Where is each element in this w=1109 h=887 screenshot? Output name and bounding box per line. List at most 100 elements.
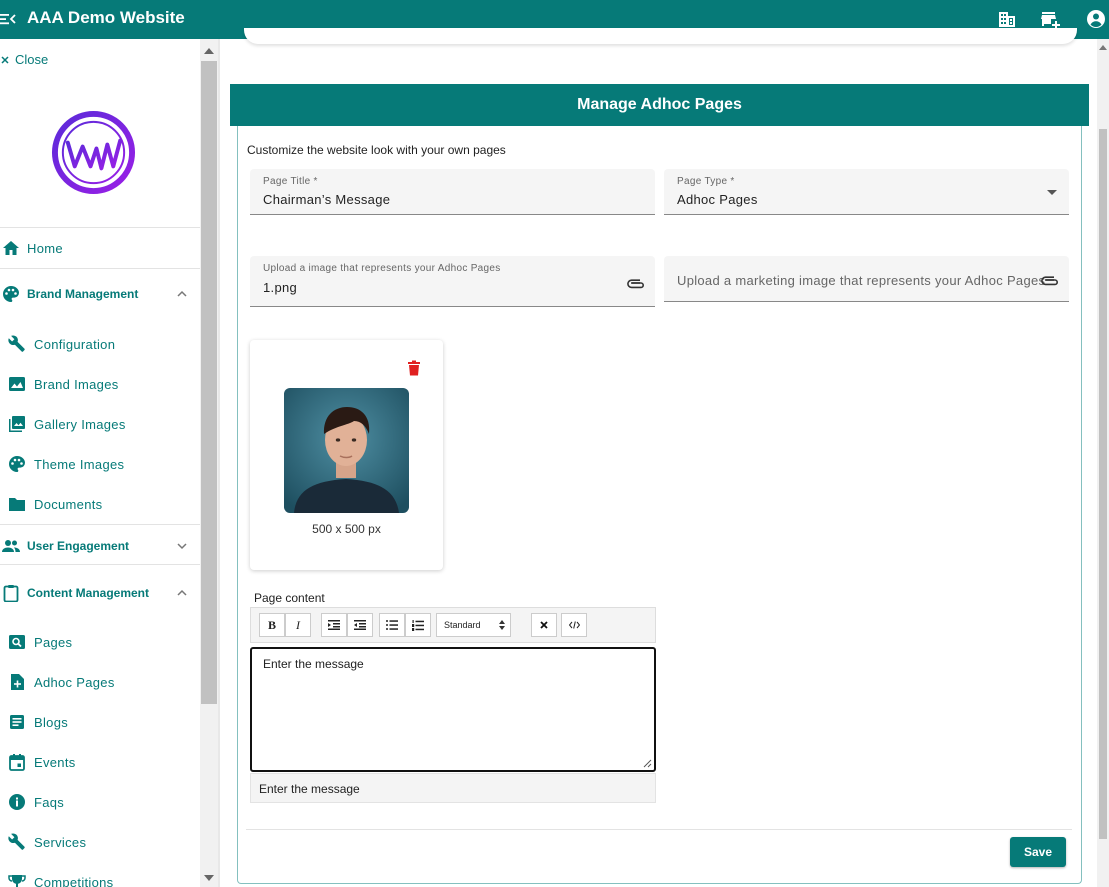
sidebar-item-label: Events (34, 754, 76, 770)
sidebar-item-label: Home (27, 240, 63, 256)
sidebar-close-button[interactable]: Close (0, 52, 48, 67)
sidebar-item-label: Theme Images (34, 456, 125, 472)
sidebar-divider (0, 564, 200, 565)
form-footer-divider (246, 829, 1072, 830)
sidebar-item-label: Pages (34, 634, 73, 650)
building-icon[interactable] (997, 9, 1017, 29)
close-label: Close (15, 52, 49, 67)
attach-file-icon[interactable] (627, 276, 645, 290)
sidebar-item-services[interactable]: Services (0, 827, 200, 857)
sidebar-section-brand-management[interactable]: Brand Management (0, 279, 200, 309)
photo-library-icon (9, 416, 25, 432)
uploaded-image-card: 500 x 500 px (250, 340, 443, 570)
chevron-up-icon[interactable] (176, 587, 188, 599)
sidebar-item-adhoc-pages[interactable]: Adhoc Pages (0, 667, 200, 697)
dropdown-arrow-icon[interactable] (1047, 190, 1057, 195)
bullet-list-button[interactable] (379, 613, 405, 637)
sidebar-scrollbar[interactable] (200, 39, 218, 887)
sidebar-item-label: Adhoc Pages (34, 674, 115, 690)
sidebar-item-events[interactable]: Events (0, 747, 200, 777)
sidebar-item-label: Brand Management (27, 287, 139, 301)
image-dimensions: 500 x 500 px (312, 522, 381, 536)
numbered-list-icon (412, 619, 424, 631)
save-button[interactable]: Save (1010, 837, 1066, 867)
sidebar-item-label: Services (34, 834, 87, 850)
attach-file-icon[interactable] (1041, 273, 1059, 287)
sidebar-item-home[interactable]: Home (0, 233, 200, 263)
clear-format-button[interactable] (531, 613, 557, 637)
folder-icon (9, 498, 25, 511)
page-type-label: Page Type * (677, 176, 735, 187)
sidebar-item-faqs[interactable]: Faqs (0, 787, 200, 817)
page-title-label: Page Title * (263, 176, 318, 187)
bold-button[interactable]: B (259, 613, 285, 637)
format-select-value: Standard (444, 620, 481, 630)
page-type-value[interactable]: Adhoc Pages (677, 192, 758, 207)
sidebar-item-pages[interactable]: Pages (0, 627, 200, 657)
upload-image-field[interactable]: Upload a image that represents your Adho… (250, 256, 655, 307)
clipboard-icon (3, 585, 19, 602)
content-preview: Enter the message (250, 773, 656, 803)
page-content-label: Page content (254, 591, 325, 605)
delete-icon[interactable] (407, 360, 421, 376)
image-icon (9, 377, 25, 391)
previous-card-edge (244, 28, 1077, 44)
close-icon (1, 55, 9, 64)
editor-toolbar: B I Standard (250, 607, 656, 643)
page-title-value[interactable]: Chairman’s Message (263, 192, 390, 207)
store-add-icon[interactable] (1040, 9, 1060, 29)
outdent-button[interactable] (347, 613, 373, 637)
upload-marketing-image-field[interactable]: Upload a marketing image that represents… (664, 256, 1069, 302)
indent-button[interactable] (321, 613, 347, 637)
sidebar-item-label: Competitions (34, 874, 114, 887)
scroll-up-arrow-icon[interactable] (204, 48, 214, 54)
sidebar-item-theme-images[interactable]: Theme Images (0, 449, 200, 479)
sidebar-item-brand-images[interactable]: Brand Images (0, 369, 200, 399)
calendar-icon (9, 754, 25, 771)
clear-icon (540, 621, 548, 629)
italic-button[interactable]: I (285, 613, 311, 637)
select-updown-icon (499, 620, 505, 630)
sidebar-item-label: Brand Images (34, 376, 119, 392)
scrollbar-thumb[interactable] (1099, 129, 1107, 839)
editor-text[interactable]: Enter the message (263, 657, 364, 671)
chevron-down-icon[interactable] (176, 540, 188, 552)
page-title-field[interactable]: Page Title * Chairman’s Message (250, 169, 655, 215)
sidebar-section-user-engagement[interactable]: User Engagement (0, 531, 200, 561)
sidebar-item-label: Blogs (34, 714, 69, 730)
account-circle-icon[interactable] (1086, 9, 1106, 29)
chevron-up-icon[interactable] (176, 288, 188, 300)
page-heading: Manage Adhoc Pages (230, 84, 1089, 126)
sidebar-item-label: Faqs (34, 794, 65, 810)
sidebar-item-competitions[interactable]: Competitions (0, 867, 200, 887)
scrollbar-thumb[interactable] (201, 61, 217, 704)
sidebar-item-documents[interactable]: Documents (0, 489, 200, 519)
page-scrollbar[interactable] (1097, 39, 1109, 887)
outdent-icon (354, 620, 366, 630)
palette-icon (3, 286, 20, 302)
format-select[interactable]: Standard (436, 613, 511, 637)
numbered-list-button[interactable] (405, 613, 431, 637)
wrench-icon (8, 335, 25, 352)
info-icon (9, 794, 25, 810)
sidebar-divider (0, 524, 200, 525)
content-editor[interactable]: Enter the message (250, 647, 656, 772)
wrench-icon (8, 833, 25, 850)
sidebar-section-content-management[interactable]: Content Management (0, 578, 200, 608)
sidebar-item-gallery-images[interactable]: Gallery Images (0, 409, 200, 439)
sidebar-item-configuration[interactable]: Configuration (0, 329, 200, 359)
scroll-down-arrow-icon[interactable] (204, 875, 214, 881)
brand-logo (51, 110, 136, 195)
sidebar-item-blogs[interactable]: Blogs (0, 707, 200, 737)
resize-handle-icon[interactable] (643, 759, 652, 768)
sidebar-item-label: User Engagement (27, 539, 130, 553)
code-view-button[interactable] (561, 613, 587, 637)
page-type-select[interactable]: Page Type * Adhoc Pages (664, 169, 1069, 215)
upload-image-value[interactable]: 1.png (263, 280, 297, 295)
upload-marketing-placeholder: Upload a marketing image that represents… (677, 273, 1046, 288)
people-icon (2, 540, 20, 552)
article-icon (10, 715, 24, 729)
scroll-up-arrow-icon[interactable] (1099, 45, 1107, 50)
app-title: AAA Demo Website (27, 8, 185, 27)
menu-open-icon[interactable] (0, 11, 16, 27)
